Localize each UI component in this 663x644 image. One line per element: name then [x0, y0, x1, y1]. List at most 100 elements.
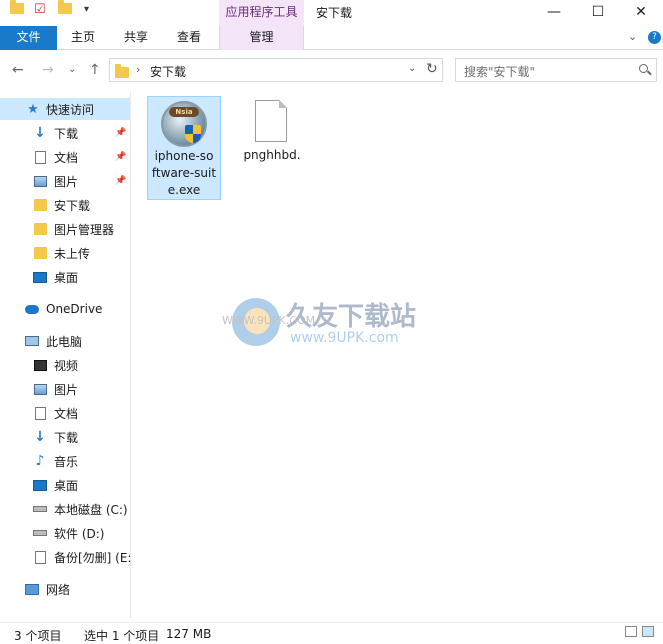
uac-shield-icon: [185, 125, 201, 143]
contextual-tab-header: 应用程序工具: [219, 0, 304, 26]
watermark-url: www.9UPK.com: [290, 330, 399, 346]
document-icon: [33, 550, 47, 564]
document-icon: [33, 406, 47, 420]
status-selected-size: 127 MB: [166, 627, 212, 641]
sidebar-item-label: 文档: [54, 150, 79, 165]
tab-share[interactable]: 共享: [115, 26, 157, 50]
folder-icon: [33, 246, 47, 260]
search-placeholder[interactable]: 搜索"安下载": [464, 63, 535, 80]
sidebar-item-label: 图片: [54, 174, 79, 189]
sidebar-item-not-uploaded[interactable]: 未上传: [0, 242, 130, 264]
sidebar-item-this-pc[interactable]: 此电脑: [0, 330, 130, 352]
download-arrow-icon: ↓: [34, 429, 46, 445]
sidebar-item-pc-desktop[interactable]: 桌面: [0, 474, 130, 496]
search-icon[interactable]: [639, 64, 648, 73]
folder-icon: [10, 0, 24, 14]
picture-icon: [33, 174, 47, 188]
sidebar-item-label: 桌面: [54, 478, 79, 493]
sidebar-item-label: 下载: [54, 430, 79, 445]
drive-icon: [33, 526, 47, 540]
title-bar: ☑ ▾ 应用程序工具 安下载 — ☐ ✕: [0, 0, 663, 26]
pin-icon[interactable]: 📌: [115, 128, 126, 138]
sidebar-item-onedrive[interactable]: OneDrive: [0, 298, 130, 320]
back-button[interactable]: ←: [12, 62, 24, 78]
refresh-icon[interactable]: ↻: [426, 61, 438, 77]
sidebar-item-drive-d[interactable]: 软件 (D:): [0, 522, 130, 544]
sidebar-item-label: 安下载: [54, 198, 91, 213]
help-icon[interactable]: ?: [648, 31, 661, 44]
sidebar-item-anxiazai[interactable]: 安下载: [0, 194, 130, 216]
file-name-line: ftware-suit: [151, 166, 217, 180]
star-icon: ★: [27, 101, 39, 117]
status-bar: 3 个项目 选中 1 个项目 127 MB: [0, 622, 663, 643]
close-button[interactable]: ✕: [619, 0, 663, 26]
search-box[interactable]: 搜索"安下载": [455, 58, 657, 82]
watermark-brand: 久友下载站: [286, 302, 417, 332]
customize-toolbar-icon[interactable]: ▾: [84, 4, 89, 15]
sidebar-item-downloads[interactable]: ↓ 下载 📌: [0, 122, 130, 144]
sidebar-item-videos[interactable]: 视频: [0, 354, 130, 376]
sidebar-item-network[interactable]: 网络: [0, 578, 130, 600]
ribbon-collapse-icon[interactable]: ⌄: [628, 30, 637, 43]
sidebar-item-label: 备份[勿删] (E:: [54, 550, 130, 565]
large-icons-view-icon[interactable]: [642, 626, 654, 637]
tab-home[interactable]: 主页: [62, 26, 104, 50]
ribbon-tabs: 文件 主页 共享 查看 管理 ⌄: [0, 26, 663, 50]
folder-icon: [33, 222, 47, 236]
properties-icon[interactable]: ☑: [34, 2, 46, 17]
status-selected-count: 选中 1 个项目: [84, 629, 160, 643]
sidebar-item-pc-downloads[interactable]: ↓ 下载: [0, 426, 130, 448]
file-item-pnghhbd[interactable]: pnghhbd.: [235, 96, 309, 166]
address-bar[interactable]: › 安下载 ⌄ ↻: [109, 58, 443, 82]
desktop-icon: [33, 478, 47, 492]
maximize-button[interactable]: ☐: [576, 0, 620, 26]
minimize-button[interactable]: —: [532, 0, 576, 26]
sidebar-item-label: 视频: [54, 358, 79, 373]
document-icon: [33, 150, 47, 164]
sidebar-item-pictures[interactable]: 图片 📌: [0, 170, 130, 192]
sidebar-item-label: 未上传: [54, 246, 91, 261]
up-button[interactable]: ↑: [89, 62, 101, 78]
forward-button[interactable]: →: [42, 62, 54, 78]
window-title: 安下载: [316, 6, 353, 20]
breadcrumb-separator-icon[interactable]: ›: [136, 63, 140, 76]
download-arrow-icon: ↓: [34, 125, 46, 141]
address-dropdown-icon[interactable]: ⌄: [408, 63, 416, 74]
music-note-icon: ♪: [35, 453, 45, 469]
sidebar-item-label: 本地磁盘 (C:): [54, 502, 128, 517]
sidebar-item-music[interactable]: ♪ 音乐: [0, 450, 130, 472]
sidebar-item-drive-c[interactable]: 本地磁盘 (C:): [0, 498, 130, 520]
sidebar-item-quick-access[interactable]: ★ 快速访问: [0, 98, 130, 120]
sidebar-item-picture-manager[interactable]: 图片管理器: [0, 218, 130, 240]
recent-locations-button[interactable]: ⌄: [68, 64, 76, 75]
sidebar-item-label: 快速访问: [46, 102, 95, 117]
pin-icon[interactable]: 📌: [115, 176, 126, 186]
app-badge-text: Nsia: [169, 107, 199, 117]
sidebar-item-drive-e[interactable]: 备份[勿删] (E:: [0, 546, 130, 568]
tab-file[interactable]: 文件: [0, 26, 57, 50]
navigation-pane: ★ 快速访问 ↓ 下载 📌 文档 📌 图片 📌 安下载 图片管理器 未上传 桌面…: [0, 92, 131, 618]
network-icon: [25, 582, 39, 596]
sidebar-item-label: 软件 (D:): [54, 526, 105, 541]
sidebar-item-pc-documents[interactable]: 文档: [0, 402, 130, 424]
folder-icon: [115, 64, 129, 78]
application-icon: Nsia: [161, 101, 207, 147]
sidebar-item-desktop[interactable]: 桌面: [0, 266, 130, 288]
file-item-exe[interactable]: Nsia iphone-so ftware-suit e.exe: [147, 96, 221, 200]
sidebar-item-pc-pictures[interactable]: 图片: [0, 378, 130, 400]
desktop-icon: [33, 270, 47, 284]
sidebar-item-label: 图片: [54, 382, 79, 397]
drive-icon: [33, 502, 47, 516]
tab-view[interactable]: 查看: [168, 26, 210, 50]
sidebar-item-label: 桌面: [54, 270, 79, 285]
breadcrumb-current[interactable]: 安下载: [150, 63, 186, 80]
details-view-icon[interactable]: [625, 626, 637, 637]
new-folder-icon[interactable]: [58, 0, 72, 14]
watermark: WWW.9UPK.COM 久友下载站 www.9UPK.com: [222, 290, 442, 360]
sidebar-item-documents[interactable]: 文档 📌: [0, 146, 130, 168]
file-name-line: iphone-so: [154, 149, 214, 163]
tab-manage[interactable]: 管理: [219, 26, 304, 50]
status-item-count: 3 个项目: [14, 629, 62, 643]
folder-icon: [33, 198, 47, 212]
pin-icon[interactable]: 📌: [115, 152, 126, 162]
